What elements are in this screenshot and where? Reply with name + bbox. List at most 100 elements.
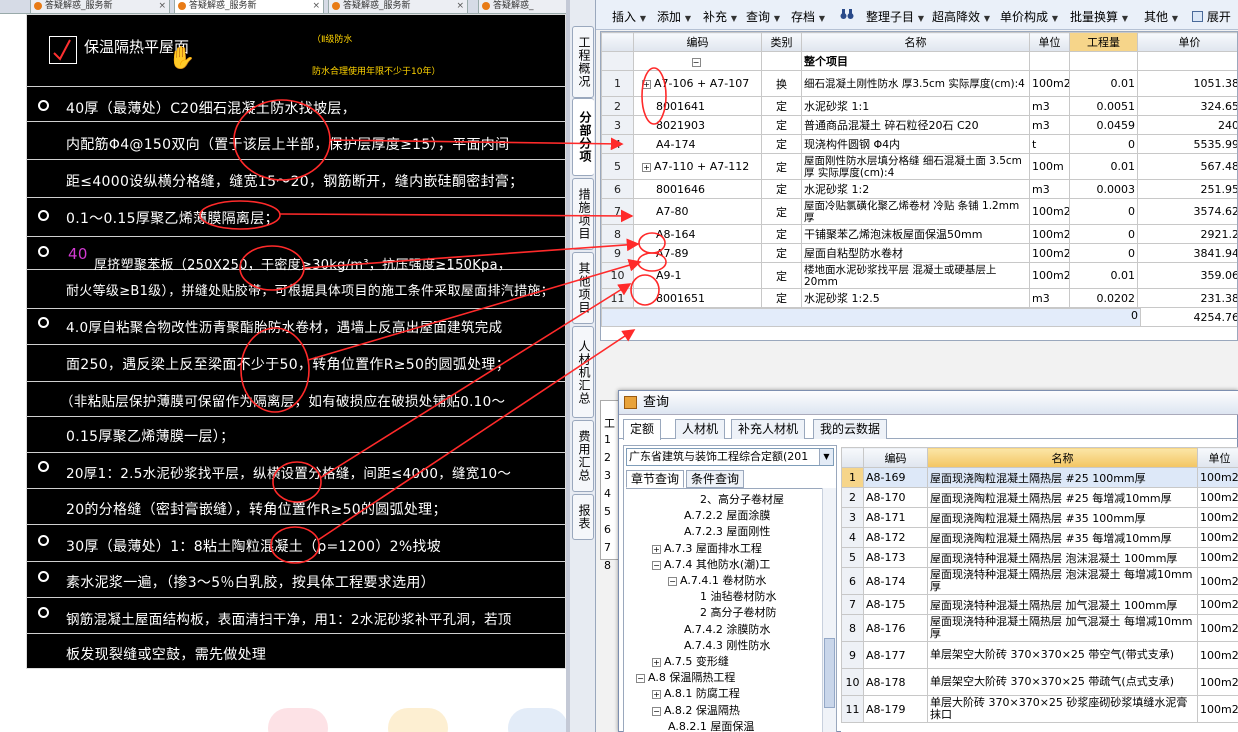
type-cell[interactable]: 定 xyxy=(761,153,802,180)
code-cell[interactable]: A4-174 xyxy=(633,134,762,154)
table-row[interactable]: 1 A8-169 屋面现浇陶粒混凝土隔热层 #25 100mm厚 100m2 xyxy=(841,467,1238,488)
unit-cell[interactable]: 100m2 xyxy=(1197,567,1238,595)
price-cell[interactable]: 1051.38 xyxy=(1137,70,1237,97)
quantity-cell[interactable]: 0 xyxy=(601,308,1141,327)
type-cell[interactable]: 定 xyxy=(761,115,802,135)
collapse-icon[interactable]: − xyxy=(636,674,645,684)
name-cell[interactable]: 屋面现浇陶粒混凝土隔热层 #25 每增减10mm厚 xyxy=(927,487,1198,508)
unit-cell[interactable]: 100m2 xyxy=(1197,527,1238,548)
expand-icon[interactable]: + xyxy=(652,690,661,700)
table-row[interactable]: 4 A8-172 屋面现浇陶粒混凝土隔热层 #35 每增减10mm厚 100m2 xyxy=(841,527,1238,548)
price-cell[interactable]: 567.48 xyxy=(1137,153,1237,180)
code-cell[interactable]: A8-178 xyxy=(863,668,928,696)
table-row[interactable]: 10 A9-1 定楼地面水泥砂浆找平层 混凝土或硬基层上 20mm 100m2 0.01… xyxy=(601,262,1237,289)
code-cell[interactable]: 8021903 xyxy=(633,115,762,135)
table-row[interactable]: 1 + A7-106 + A7-107 换细石混凝土刚性防水 厚3.5cm 实际厚度(… xyxy=(601,70,1237,97)
unit-cell[interactable]: m3 xyxy=(1029,288,1070,308)
group-row[interactable]: − 整个项目 xyxy=(601,51,1237,71)
type-cell[interactable]: 定 xyxy=(761,243,802,263)
unit-cell[interactable]: 100m2 xyxy=(1197,594,1238,615)
price-cell[interactable]: 3841.94 xyxy=(1137,243,1237,263)
unit-cell[interactable]: 100m2 xyxy=(1197,507,1238,528)
other-button[interactable]: 其他 ▼ xyxy=(1144,8,1178,25)
code-cell[interactable]: A8-172 xyxy=(863,527,928,548)
archive-button[interactable]: 存档 ▼ xyxy=(791,8,825,25)
tree-scrollbar[interactable] xyxy=(822,488,836,732)
price-cell[interactable]: 251.95 xyxy=(1137,179,1237,199)
price-composition-button[interactable]: 单价构成 ▼ xyxy=(1000,8,1058,25)
tree-node[interactable]: − A.8.2 保温隔热 xyxy=(652,702,740,718)
table-row[interactable]: 8 A8-176 屋面现浇特种混凝土隔热层 加气混凝土 每增减10mm厚 100m2 xyxy=(841,614,1238,642)
quantity-cell[interactable]: 0 xyxy=(1069,198,1138,225)
code-cell[interactable]: A8-179 xyxy=(863,695,928,723)
tab-labor-material[interactable]: 人材机 xyxy=(675,419,726,439)
unit-cell[interactable]: 100m xyxy=(1029,153,1070,180)
tree-node[interactable]: 2、高分子卷材屋 xyxy=(700,491,784,507)
name-cell[interactable]: 水泥砂浆 1:2 xyxy=(801,179,1030,199)
tree-node[interactable]: A.7.4.3 刚性防水 xyxy=(684,637,770,653)
collapse-cell[interactable]: − xyxy=(633,51,762,71)
code-cell[interactable]: A8-177 xyxy=(863,641,928,669)
table-row[interactable]: 6 A8-174 屋面现浇特种混凝土隔热层 泡沫混凝土 每增减10mm厚 100m2 xyxy=(841,567,1238,595)
quantity-cell[interactable]: 0 xyxy=(1069,134,1138,154)
binoculars-icon[interactable] xyxy=(840,8,854,23)
code-cell[interactable]: A7-80 xyxy=(633,198,762,225)
name-cell[interactable]: 普通商品混凝土 碎石粒径20石 C20 xyxy=(801,115,1030,135)
tab-other-items[interactable]: 其他项目 xyxy=(572,252,594,324)
unit-cell[interactable]: 100m2 xyxy=(1029,198,1070,225)
table-row[interactable]: 3 A8-171 屋面现浇陶粒混凝土隔热层 #35 100mm厚 100m2 xyxy=(841,507,1238,528)
code-cell[interactable]: A9-1 xyxy=(633,262,762,289)
batch-convert-button[interactable]: 批量换算 ▼ xyxy=(1070,8,1128,25)
unit-column-header[interactable]: 单位 xyxy=(1029,32,1070,52)
code-cell[interactable]: A8-173 xyxy=(863,547,928,568)
name-cell[interactable]: 屋面现浇陶粒混凝土隔热层 #35 100mm厚 xyxy=(927,507,1198,528)
price-column-header[interactable]: 单价 xyxy=(1137,32,1237,52)
code-cell[interactable]: A8-175 xyxy=(863,594,928,615)
unit-column-header[interactable]: 单位 xyxy=(1197,447,1238,468)
name-cell[interactable]: 屋面冷贴氯磺化聚乙烯卷材 冷贴 条铺 1.2mm厚 xyxy=(801,198,1030,225)
quota-library-select[interactable]: 广东省建筑与装饰工程综合定额(201 ▼ xyxy=(626,448,834,466)
code-cell[interactable]: 8001641 xyxy=(633,96,762,116)
name-column-header[interactable]: 名称 xyxy=(801,32,1030,52)
code-cell[interactable]: A8-176 xyxy=(863,614,928,642)
code-cell[interactable]: A8-171 xyxy=(863,507,928,528)
type-column-header[interactable]: 类别 xyxy=(761,32,802,52)
add-button[interactable]: 添加 ▼ xyxy=(657,8,691,25)
unit-cell[interactable]: 100m2 xyxy=(1197,614,1238,642)
tree-node[interactable]: 2 高分子卷材防 xyxy=(700,604,777,620)
unit-cell[interactable]: 100m2 xyxy=(1029,70,1070,97)
expand-button[interactable]: 展开 xyxy=(1192,8,1231,25)
collapse-icon[interactable]: − xyxy=(691,57,701,67)
close-icon[interactable]: × xyxy=(312,0,320,12)
height-reduction-button[interactable]: 超高降效 ▼ xyxy=(932,8,990,25)
close-icon[interactable]: × xyxy=(158,0,166,12)
unit-cell[interactable]: m3 xyxy=(1029,96,1070,116)
quantity-cell[interactable]: 0.01 xyxy=(1069,262,1138,289)
table-row[interactable]: 8 A8-164 定干铺聚苯乙烯泡沫板屋面保温50mm 100m2 0 2921.2 xyxy=(601,224,1237,244)
name-cell[interactable]: 细石混凝土刚性防水 厚3.5cm 实际厚度(cm):4 xyxy=(801,70,1030,97)
name-cell[interactable]: 水泥砂浆 1:2.5 xyxy=(801,288,1030,308)
organize-items-button[interactable]: 整理子目 ▼ xyxy=(866,8,924,25)
name-cell[interactable]: 屋面现浇特种混凝土隔热层 泡沫混凝土 100mm厚 xyxy=(927,547,1198,568)
price-cell[interactable]: 4254.76 xyxy=(1137,307,1237,327)
name-cell[interactable]: 屋面现浇特种混凝土隔热层 加气混凝土 每增减10mm厚 xyxy=(927,614,1198,642)
unit-cell[interactable]: m3 xyxy=(1029,179,1070,199)
query-dialog-titlebar[interactable]: 查询 xyxy=(619,391,1238,415)
price-cell[interactable]: 2921.2 xyxy=(1137,224,1237,244)
name-cell[interactable]: 屋面现浇特种混凝土隔热层 泡沫混凝土 每增减10mm厚 xyxy=(927,567,1198,595)
expand-icon[interactable]: + xyxy=(652,544,661,554)
unit-cell[interactable]: 100m2 xyxy=(1197,641,1238,669)
unit-cell[interactable]: 100m2 xyxy=(1197,695,1238,723)
table-row[interactable]: 9 A7-89 定屋面自粘型防水卷材 100m2 0 3841.94 xyxy=(601,243,1237,263)
code-cell[interactable]: 8001651 xyxy=(633,288,762,308)
tree-node[interactable]: 1 油毡卷材防水 xyxy=(700,588,777,604)
tree-node[interactable]: A.7.4.2 涂膜防水 xyxy=(684,621,770,637)
type-cell[interactable]: 定 xyxy=(761,262,802,289)
unit-cell[interactable]: 100m2 xyxy=(1197,668,1238,696)
tab-condition-query[interactable]: 条件查询 xyxy=(686,470,745,488)
expand-icon[interactable]: + xyxy=(642,163,651,172)
quantity-cell[interactable]: 0 xyxy=(1069,224,1138,244)
name-cell[interactable]: 屋面现浇陶粒混凝土隔热层 #25 100mm厚 xyxy=(927,467,1198,488)
name-column-header[interactable]: 名称 xyxy=(927,447,1198,468)
tab-reports[interactable]: 报表 xyxy=(572,494,594,540)
